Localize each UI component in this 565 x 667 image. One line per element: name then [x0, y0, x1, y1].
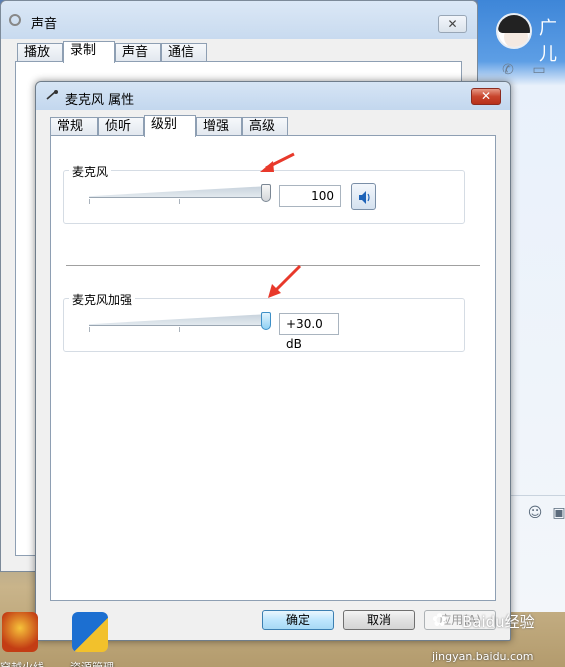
- gif-icon[interactable]: ▣: [550, 504, 565, 522]
- tab-general[interactable]: 常规: [50, 117, 98, 136]
- microphone-boost-value: +30.0 dB: [279, 313, 339, 351]
- video-icon[interactable]: ▭: [529, 60, 549, 80]
- tab-recording[interactable]: 录制: [63, 41, 115, 63]
- tab-communications[interactable]: 通信: [161, 43, 207, 62]
- ok-button[interactable]: 确定: [262, 610, 334, 630]
- microphone-group: 麦克风 100: [63, 163, 465, 224]
- emoji-icon[interactable]: ☺: [526, 504, 544, 522]
- microphone-slider-thumb[interactable]: [261, 184, 271, 202]
- desktop-icon-shortcut-label: 资源管理: [64, 659, 120, 667]
- microphone-icon: [46, 90, 58, 100]
- sound-window-title: 声音: [31, 17, 58, 32]
- microphone-boost-label: 麦克风加强: [69, 291, 136, 308]
- chat-avatar[interactable]: [496, 13, 532, 49]
- annotation-arrow-1: [260, 152, 295, 172]
- watermark-brand: Baidu经验: [462, 613, 535, 631]
- desktop-icon-shortcut[interactable]: 资源管理: [70, 612, 114, 667]
- tab-sounds[interactable]: 声音: [115, 43, 161, 62]
- microphone-boost-slider[interactable]: [89, 314, 269, 332]
- sound-titlebar[interactable]: 声音 ✕: [1, 1, 477, 39]
- dialog-close-button[interactable]: ✕: [471, 88, 501, 105]
- desktop-icon-cf-label: 穿越火线: [0, 659, 50, 667]
- shortcut-icon: [72, 612, 108, 652]
- baidu-paw-icon: ✿: [432, 610, 448, 631]
- tab-levels[interactable]: 级别: [144, 115, 196, 137]
- annotation-arrow-2: [268, 264, 302, 298]
- levels-panel: 麦克风 100 麦克风加强 +30.0 dB: [50, 135, 496, 601]
- sound-close-button[interactable]: ✕: [438, 15, 467, 33]
- cancel-button[interactable]: 取消: [343, 610, 415, 630]
- microphone-boost-group: 麦克风加强 +30.0 dB: [63, 291, 465, 352]
- watermark: ✿ Baidu经验 jingyan.baidu.com: [432, 609, 565, 663]
- tab-listen[interactable]: 侦听: [98, 117, 144, 136]
- desktop-icon-cf[interactable]: 穿越火线: [0, 612, 44, 667]
- chat-contact-name: 广儿: [539, 18, 557, 65]
- speaker-icon: [359, 191, 370, 204]
- microphone-properties-dialog: 麦克风 属性 ✕ 常规 侦听 级别 增强 高级 麦克风 100 麦克风加强 +3…: [35, 81, 511, 641]
- microphone-mute-button[interactable]: [351, 183, 376, 210]
- microphone-label: 麦克风: [69, 163, 112, 180]
- dialog-title: 麦克风 属性: [65, 93, 135, 108]
- dialog-titlebar[interactable]: 麦克风 属性 ✕: [36, 82, 510, 110]
- phone-icon[interactable]: ✆: [498, 60, 518, 80]
- tab-playback[interactable]: 播放: [17, 43, 63, 62]
- watermark-url: jingyan.baidu.com: [432, 650, 534, 663]
- speaker-window-icon: [9, 14, 21, 26]
- microphone-level-input[interactable]: 100: [279, 185, 341, 207]
- cf-icon: [2, 612, 38, 652]
- microphone-level-slider[interactable]: [89, 186, 269, 204]
- microphone-boost-slider-thumb[interactable]: [261, 312, 271, 330]
- tab-advanced[interactable]: 高级: [242, 117, 288, 136]
- tab-enhancements[interactable]: 增强: [196, 117, 242, 136]
